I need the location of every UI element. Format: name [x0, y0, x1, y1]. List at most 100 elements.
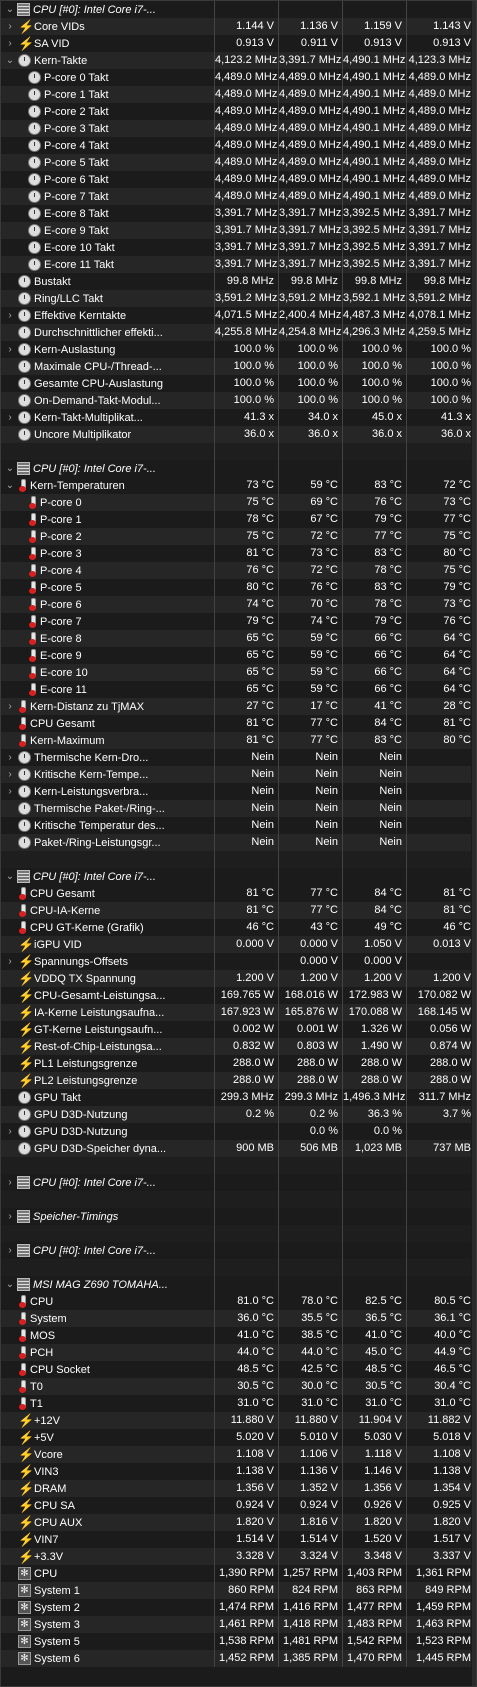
sensor-row[interactable]: E-core 8 65 °C 59 °C 66 °C 64 °C — [1, 630, 471, 647]
sensor-row[interactable]: ⚡ CPU SA 0.924 V 0.924 V 0.926 V 0.925 V — [1, 1497, 471, 1514]
sensor-row[interactable]: › Kern-Distanz zu TjMAX 27 °C 17 °C 41 °C 28 … — [1, 698, 471, 715]
sensor-row[interactable]: T0 30.5 °C 30.0 °C 30.5 °C 30.4 °C — [1, 1378, 471, 1395]
sensor-row[interactable]: ⚡ +3.3V 3.328 V 3.324 V 3.348 V 3.337 V — [1, 1548, 471, 1565]
sensor-group-header[interactable]: › CPU [#0]: Intel Core i7-... — [1, 1242, 471, 1259]
sensor-row[interactable]: GPU D3D-Nutzung 0.2 % 0.2 % 36.3 % 3.7 % — [1, 1106, 471, 1123]
sensor-row[interactable]: CPU GT-Kerne (Grafik) 46 °C 43 °C 49 °C 46 °… — [1, 919, 471, 936]
collapse-chevron-icon[interactable]: ⌄ — [5, 1, 15, 18]
sensor-row[interactable]: P-core 4 Takt 4,489.0 MHz 4,489.0 MHz 4,490… — [1, 137, 471, 154]
sensor-group-header[interactable]: › Speicher-Timings — [1, 1208, 471, 1225]
expand-chevron-icon[interactable]: › — [5, 1123, 15, 1140]
sensor-row[interactable]: ✻ CPU 1,390 RPM 1,257 RPM 1,403 RPM 1,361 RPM — [1, 1565, 471, 1582]
sensor-row[interactable]: ✻ System 2 1,474 RPM 1,416 RPM 1,477 RPM 1,45… — [1, 1599, 471, 1616]
sensor-row[interactable]: On-Demand-Takt-Modul... 100.0 % 100.0 % 100… — [1, 392, 471, 409]
sensor-row[interactable]: GPU Takt 299.3 MHz 299.3 MHz 1,496.3 MHz 311… — [1, 1089, 471, 1106]
expand-chevron-icon[interactable]: › — [5, 35, 15, 52]
collapse-chevron-icon[interactable]: ⌄ — [5, 868, 15, 885]
sensor-row[interactable]: ⚡ VIN7 1.514 V 1.514 V 1.520 V 1.517 V — [1, 1531, 471, 1548]
sensor-row[interactable]: E-core 11 Takt 3,391.7 MHz 3,391.7 MHz 3,39… — [1, 256, 471, 273]
expand-chevron-icon[interactable]: › — [5, 409, 15, 426]
expand-chevron-icon[interactable]: › — [5, 1174, 15, 1191]
sensor-row[interactable]: ⚡ GT-Kerne Leistungsaufn... 0.002 W 0.001 W… — [1, 1021, 471, 1038]
sensor-row[interactable]: Thermische Paket-/Ring-... Nein Nein Nein — [1, 800, 471, 817]
expand-chevron-icon[interactable]: › — [5, 783, 15, 800]
sensor-group-header[interactable]: ⌄ CPU [#0]: Intel Core i7-... — [1, 460, 471, 477]
expand-chevron-icon[interactable]: › — [5, 307, 15, 324]
sensor-row[interactable]: P-core 6 Takt 4,489.0 MHz 4,489.0 MHz 4,490… — [1, 171, 471, 188]
collapse-chevron-icon[interactable]: ⌄ — [5, 477, 15, 494]
sensor-row[interactable]: Kern-Maximum 81 °C 77 °C 83 °C 80 °C — [1, 732, 471, 749]
sensor-row[interactable]: ⌄ Kern-Takte 4,123.2 MHz 3,391.7 MHz 4,490.1… — [1, 52, 471, 69]
sensor-row[interactable]: ⚡ IA-Kerne Leistungsaufna... 167.923 W 165.… — [1, 1004, 471, 1021]
sensor-row[interactable]: › ⚡ Spannungs-Offsets 0.000 V 0.000 V — [1, 953, 471, 970]
sensor-row[interactable]: ✻ System 1 860 RPM 824 RPM 863 RPM 849 RPM — [1, 1582, 471, 1599]
sensor-row[interactable]: CPU 81.0 °C 78.0 °C 82.5 °C 80.5 °C — [1, 1293, 471, 1310]
sensor-row[interactable]: ✻ System 5 1,538 RPM 1,481 RPM 1,542 RPM 1,52… — [1, 1633, 471, 1650]
sensor-row[interactable]: ✻ System 3 1,461 RPM 1,418 RPM 1,483 RPM 1,46… — [1, 1616, 471, 1633]
sensor-row[interactable]: ⚡ Rest-of-Chip-Leistungsa... 0.832 W 0.803 … — [1, 1038, 471, 1055]
sensor-row[interactable]: Paket-/Ring-Leistungsgr... Nein Nein Nein — [1, 834, 471, 851]
sensor-row[interactable]: ⚡ Vcore 1.108 V 1.106 V 1.118 V 1.108 V — [1, 1446, 471, 1463]
expand-chevron-icon[interactable]: › — [5, 698, 15, 715]
expand-chevron-icon[interactable]: › — [5, 749, 15, 766]
sensor-row[interactable]: ⚡ VDDQ TX Spannung 1.200 V 1.200 V 1.200 V 1.… — [1, 970, 471, 987]
sensor-row[interactable]: P-core 3 Takt 4,489.0 MHz 4,489.0 MHz 4,490… — [1, 120, 471, 137]
sensor-row[interactable]: PCH 44.0 °C 44.0 °C 45.0 °C 44.9 °C — [1, 1344, 471, 1361]
sensor-row[interactable]: E-core 10 Takt 3,391.7 MHz 3,391.7 MHz 3,39… — [1, 239, 471, 256]
sensor-row[interactable]: P-core 1 78 °C 67 °C 79 °C 77 °C — [1, 511, 471, 528]
sensor-row[interactable]: E-core 11 65 °C 59 °C 66 °C 64 °C — [1, 681, 471, 698]
sensor-row[interactable]: ⚡ PL1 Leistungsgrenze 288.0 W 288.0 W 288.0 … — [1, 1055, 471, 1072]
sensor-row[interactable]: ⚡ +12V 11.880 V 11.880 V 11.904 V 11.882 V — [1, 1412, 471, 1429]
sensor-group-header[interactable]: ⌄ CPU [#0]: Intel Core i7-... — [1, 1, 471, 18]
sensor-row[interactable]: ⚡ DRAM 1.356 V 1.352 V 1.356 V 1.354 V — [1, 1480, 471, 1497]
collapse-chevron-icon[interactable]: ⌄ — [5, 52, 15, 69]
sensor-row[interactable]: Durchschnittlicher effekti... 4,255.8 MHz… — [1, 324, 471, 341]
sensor-row[interactable]: ⌄ Kern-Temperaturen 73 °C 59 °C 83 °C 72 °C — [1, 477, 471, 494]
sensor-row[interactable]: › Kern-Leistungsverbra... Nein Nein Nein — [1, 783, 471, 800]
sensor-row[interactable]: CPU Gesamt 81 °C 77 °C 84 °C 81 °C — [1, 885, 471, 902]
sensor-row[interactable]: P-core 2 75 °C 72 °C 77 °C 75 °C — [1, 528, 471, 545]
sensor-row[interactable]: E-core 10 65 °C 59 °C 66 °C 64 °C — [1, 664, 471, 681]
sensor-row[interactable]: › Kern-Auslastung 100.0 % 100.0 % 100.0 % 100… — [1, 341, 471, 358]
expand-chevron-icon[interactable]: › — [5, 18, 15, 35]
sensor-row[interactable]: › Effektive Kerntakte 4,071.5 MHz 2,400.4 M… — [1, 307, 471, 324]
sensor-row[interactable]: P-core 6 74 °C 70 °C 78 °C 73 °C — [1, 596, 471, 613]
expand-chevron-icon[interactable]: › — [5, 766, 15, 783]
sensor-row[interactable]: ⚡ iGPU VID 0.000 V 0.000 V 1.050 V 0.013 V — [1, 936, 471, 953]
sensor-row[interactable]: GPU D3D-Speicher dyna... 900 MB 506 MB 1,02… — [1, 1140, 471, 1157]
sensor-row[interactable]: E-core 9 65 °C 59 °C 66 °C 64 °C — [1, 647, 471, 664]
sensor-row[interactable]: › Thermische Kern-Dro... Nein Nein Nein — [1, 749, 471, 766]
sensor-row[interactable]: › Kern-Takt-Multiplikat... 41.3 x 34.0 x 45.… — [1, 409, 471, 426]
sensor-row[interactable]: › ⚡ Core VIDs 1.144 V 1.136 V 1.159 V 1.143 V — [1, 18, 471, 35]
sensor-row[interactable]: ✻ System 6 1,452 RPM 1,385 RPM 1,470 RPM 1,44… — [1, 1650, 471, 1667]
sensor-group-header[interactable]: › CPU [#0]: Intel Core i7-... — [1, 1174, 471, 1191]
sensor-row[interactable]: P-core 0 75 °C 69 °C 76 °C 73 °C — [1, 494, 471, 511]
expand-chevron-icon[interactable]: › — [5, 1242, 15, 1259]
sensor-row[interactable]: ⚡ +5V 5.020 V 5.010 V 5.030 V 5.018 V — [1, 1429, 471, 1446]
sensor-row[interactable]: › Kritische Kern-Tempe... Nein Nein Nein — [1, 766, 471, 783]
sensor-row[interactable]: CPU-IA-Kerne 81 °C 77 °C 84 °C 81 °C — [1, 902, 471, 919]
sensor-row[interactable]: P-core 1 Takt 4,489.0 MHz 4,489.0 MHz 4,490… — [1, 86, 471, 103]
sensor-row[interactable]: P-core 7 79 °C 74 °C 79 °C 76 °C — [1, 613, 471, 630]
collapse-chevron-icon[interactable]: ⌄ — [5, 460, 15, 477]
expand-chevron-icon[interactable]: › — [5, 341, 15, 358]
sensor-row[interactable]: Ring/LLC Takt 3,591.2 MHz 3,591.2 MHz 3,592… — [1, 290, 471, 307]
sensor-row[interactable]: Kritische Temperatur des... Nein Nein Nein — [1, 817, 471, 834]
sensor-row[interactable]: CPU Socket 48.5 °C 42.5 °C 48.5 °C 46.5 °C — [1, 1361, 471, 1378]
collapse-chevron-icon[interactable]: ⌄ — [5, 1276, 15, 1293]
sensor-row[interactable]: CPU Gesamt 81 °C 77 °C 84 °C 81 °C — [1, 715, 471, 732]
sensor-row[interactable]: ⚡ PL2 Leistungsgrenze 288.0 W 288.0 W 288.0 … — [1, 1072, 471, 1089]
sensor-row[interactable]: Gesamte CPU-Auslastung 100.0 % 100.0 % 100.… — [1, 375, 471, 392]
sensor-group-header[interactable]: ⌄ CPU [#0]: Intel Core i7-... — [1, 868, 471, 885]
sensor-row[interactable]: Maximale CPU-/Thread-... 100.0 % 100.0 % 10… — [1, 358, 471, 375]
sensor-row[interactable]: ⚡ CPU-Gesamt-Leistungsa... 169.765 W 168.01… — [1, 987, 471, 1004]
sensor-row[interactable]: › GPU D3D-Nutzung 0.0 % 0.0 % — [1, 1123, 471, 1140]
sensor-row[interactable]: Bustakt 99.8 MHz 99.8 MHz 99.8 MHz 99.8 MHz — [1, 273, 471, 290]
sensor-row[interactable]: P-core 2 Takt 4,489.0 MHz 4,489.0 MHz 4,490… — [1, 103, 471, 120]
sensor-row[interactable]: ⚡ CPU AUX 1.820 V 1.816 V 1.820 V 1.820 V — [1, 1514, 471, 1531]
sensor-row[interactable]: P-core 0 Takt 4,489.0 MHz 4,489.0 MHz 4,490… — [1, 69, 471, 86]
sensor-group-header[interactable]: ⌄ MSI MAG Z690 TOMAHA... — [1, 1276, 471, 1293]
sensor-row[interactable]: P-core 5 Takt 4,489.0 MHz 4,489.0 MHz 4,490… — [1, 154, 471, 171]
expand-chevron-icon[interactable]: › — [5, 1208, 15, 1225]
sensor-row[interactable]: MOS 41.0 °C 38.5 °C 41.0 °C 40.0 °C — [1, 1327, 471, 1344]
